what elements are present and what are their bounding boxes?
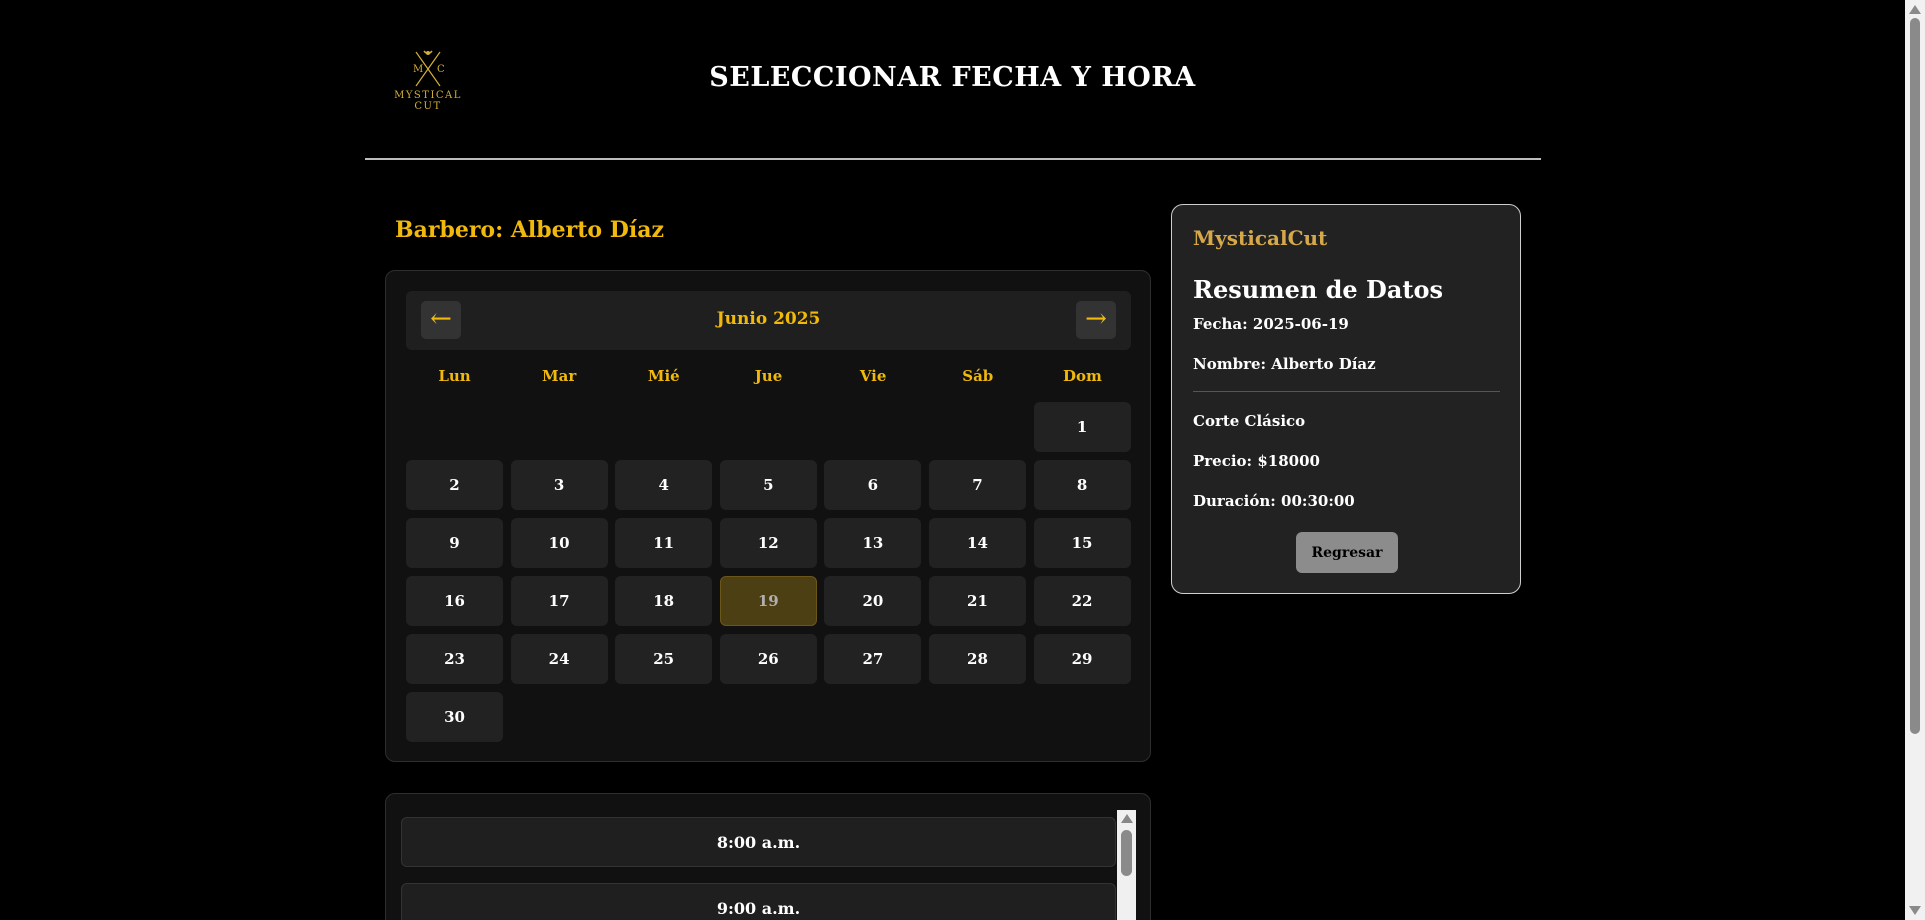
weekday-label: Mar xyxy=(542,367,577,385)
next-month-button[interactable]: → xyxy=(1076,301,1116,339)
calendar-day[interactable]: 30 xyxy=(406,692,503,742)
summary-divider xyxy=(1193,391,1500,392)
calendar-empty-cell xyxy=(929,402,1026,452)
calendar-day[interactable]: 4 xyxy=(615,460,713,510)
weekday-row: Lun Mar Mié Jue Vie Sáb Dom xyxy=(406,367,1131,385)
calendar-empty-cell xyxy=(615,402,712,452)
weekday-label: Sáb xyxy=(962,367,994,385)
calendar-day[interactable]: 15 xyxy=(1033,518,1131,568)
summary-service: Corte Clásico xyxy=(1193,412,1306,430)
calendar-day[interactable]: 13 xyxy=(824,518,922,568)
summary-brand: MysticalCut xyxy=(1193,226,1328,250)
weekday-label: Vie xyxy=(859,367,887,385)
page-title-text: SELECCIONAR FECHA Y HORA xyxy=(709,62,1196,93)
calendar-day[interactable]: 1 xyxy=(1033,402,1131,452)
calendar-day[interactable]: 6 xyxy=(824,460,922,510)
scrollbar-thumb[interactable] xyxy=(1910,18,1920,734)
calendar-day[interactable]: 22 xyxy=(1033,576,1131,626)
calendar-empty-cell xyxy=(720,402,817,452)
weekday-label: Lun xyxy=(438,367,471,385)
calendar-day[interactable]: 28 xyxy=(928,634,1026,684)
page: M C MYSTICAL CUT SELECCIONAR FECHA Y HOR… xyxy=(0,0,1905,920)
calendar: ← Junio 2025 → Lun Mar Mié Jue Vie Sáb Dom 123… xyxy=(385,270,1151,762)
summary-duration: Duración: 00:30:00 xyxy=(1193,492,1355,510)
calendar-day[interactable]: 16 xyxy=(406,576,503,626)
calendar-day[interactable]: 27 xyxy=(824,634,922,684)
calendar-day[interactable]: 3 xyxy=(510,460,608,510)
scrollbar-thumb[interactable] xyxy=(1121,830,1132,876)
calendar-day[interactable]: 25 xyxy=(615,634,713,684)
calendar-day[interactable]: 18 xyxy=(615,576,713,626)
page-title: SELECCIONAR FECHA Y HORA xyxy=(0,62,1905,93)
weekday-label: Jue xyxy=(754,367,783,385)
summary-name: Nombre: Alberto Díaz xyxy=(1193,355,1376,373)
summary-price: Precio: $18000 xyxy=(1193,452,1320,470)
calendar-day[interactable]: 21 xyxy=(928,576,1026,626)
weekday-label: Dom xyxy=(1062,367,1102,385)
calendar-day[interactable]: 29 xyxy=(1033,634,1131,684)
weekday-label: Mié xyxy=(647,367,680,385)
back-button[interactable]: Regresar xyxy=(1296,532,1398,573)
calendar-day[interactable]: 17 xyxy=(510,576,608,626)
calendar-day[interactable]: 24 xyxy=(510,634,608,684)
header-divider xyxy=(365,158,1541,160)
calendar-empty-cell xyxy=(511,402,608,452)
calendar-empty-cell xyxy=(406,402,503,452)
calendar-day[interactable]: 10 xyxy=(510,518,608,568)
month-label: Junio 2025 xyxy=(716,309,821,329)
page-scrollbar[interactable] xyxy=(1905,0,1925,920)
calendar-day[interactable]: 26 xyxy=(719,634,817,684)
calendar-day[interactable]: 9 xyxy=(406,518,503,568)
calendar-day[interactable]: 7 xyxy=(928,460,1026,510)
scroll-down-arrow-icon[interactable] xyxy=(1909,906,1921,915)
logo-text-line2: CUT xyxy=(414,101,442,112)
calendar-day[interactable]: 8 xyxy=(1033,460,1131,510)
time-slot-list: 8:00 a.m. 9:00 a.m. xyxy=(385,793,1151,920)
time-slot[interactable]: 9:00 a.m. xyxy=(401,883,1116,920)
scroll-up-arrow-icon[interactable] xyxy=(1909,5,1921,14)
calendar-day[interactable]: 23 xyxy=(406,634,503,684)
time-list-scrollbar[interactable] xyxy=(1117,810,1136,920)
calendar-day[interactable]: 20 xyxy=(824,576,922,626)
calendar-day[interactable]: 2 xyxy=(406,460,503,510)
scroll-up-arrow-icon[interactable] xyxy=(1121,814,1133,823)
calendar-day[interactable]: 11 xyxy=(615,518,713,568)
time-slot[interactable]: 8:00 a.m. xyxy=(401,817,1116,867)
barber-name: Barbero: Alberto Díaz xyxy=(395,217,664,243)
calendar-day-selected[interactable]: 19 xyxy=(719,576,817,626)
calendar-empty-cell xyxy=(824,402,921,452)
day-grid: 1 2 3 4 5 6 7 8 9 10 11 12 13 14 15 16 17 18 19 20 21 22 23 24 2… xyxy=(406,402,1131,742)
summary-card: MysticalCut Resumen de Datos Fecha: 2025… xyxy=(1171,204,1521,594)
calendar-day[interactable]: 12 xyxy=(719,518,817,568)
calendar-day[interactable]: 5 xyxy=(719,460,817,510)
summary-title: Resumen de Datos xyxy=(1193,275,1444,304)
calendar-day[interactable]: 14 xyxy=(928,518,1026,568)
summary-date: Fecha: 2025-06-19 xyxy=(1193,315,1349,333)
calendar-header: ← Junio 2025 → xyxy=(406,291,1131,350)
